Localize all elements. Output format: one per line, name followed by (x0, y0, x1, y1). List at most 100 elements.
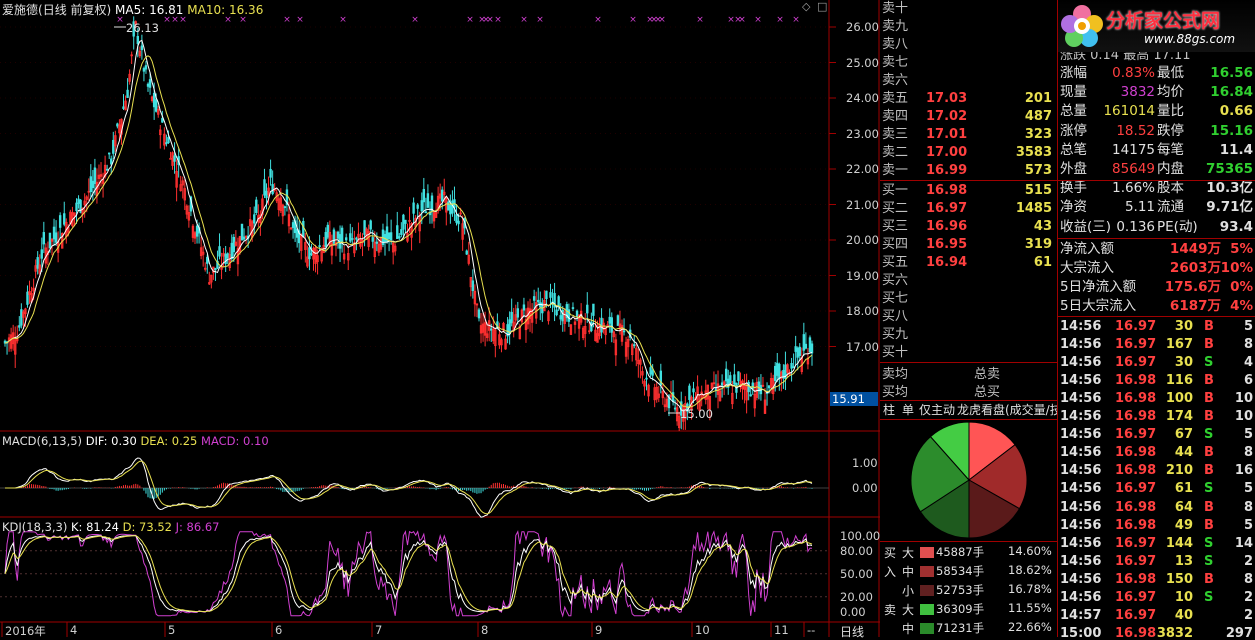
quote-value: 75365 (1206, 161, 1253, 177)
tick-row[interactable]: 14:56 16.98 44 B 8 (1058, 444, 1255, 462)
flow-percent: 22.66% (1008, 620, 1052, 634)
tick-count: 8 (1243, 445, 1253, 461)
period-button[interactable]: 日线 (840, 623, 864, 640)
candle-body (633, 344, 636, 347)
quote-value: 3832 (1120, 84, 1155, 101)
sell-order-row[interactable]: 卖十 (880, 0, 1056, 18)
sell-order-row[interactable]: 卖八 (880, 36, 1056, 54)
flow-size-label: 小 (902, 584, 915, 598)
logo-title: 分析家公式网 (1106, 10, 1221, 32)
tick-row[interactable]: 14:56 16.97 144 S 14 (1058, 535, 1255, 553)
tick-row[interactable]: 14:56 16.97 13 S 2 (1058, 553, 1255, 571)
candle-body (424, 211, 428, 214)
quote-row: 涨停 18.52 跌停 15.16 (1058, 122, 1255, 141)
buy-order-row[interactable]: 买十 (880, 344, 1056, 362)
candle-body (214, 267, 217, 271)
candle-body (63, 213, 66, 225)
sell-order-row[interactable]: 卖三 17.01 323 (880, 126, 1056, 144)
candle-body (471, 280, 475, 292)
macd-value: MACD: 0.10 (201, 434, 269, 448)
tab-single[interactable]: 单 (899, 401, 917, 419)
tick-count: 10 (1234, 391, 1253, 407)
buy-order-row[interactable]: 买五 16.94 61 (880, 254, 1056, 272)
tick-row[interactable]: 14:56 16.98 116 B 6 (1058, 372, 1255, 390)
date-tick-label: 11 (774, 623, 789, 637)
event-marker: × (754, 15, 762, 25)
tab-bar-chart[interactable]: 柱 (880, 401, 898, 419)
buy-order-row[interactable]: 买六 (880, 272, 1056, 290)
chart-settings-icon[interactable]: ◇ (802, 0, 810, 13)
tick-row[interactable]: 14:56 16.98 64 B 8 (1058, 499, 1255, 517)
tick-row[interactable]: 14:56 16.97 61 S 5 (1058, 480, 1255, 498)
candle-body (265, 190, 268, 199)
buy-order-row[interactable]: 买四 16.95 319 (880, 236, 1056, 254)
flow-size-label: 中 (902, 622, 915, 636)
tick-volume: 61 (1174, 481, 1193, 497)
sell-order-row[interactable]: 卖六 (880, 72, 1056, 90)
kline-chart[interactable]: × × × × × × × × × × × ××× × × × × × ×××× × × ×× × × × (0, 0, 880, 637)
candle-body (91, 180, 95, 189)
tick-row[interactable]: 14:56 16.98 210 B 16 (1058, 462, 1255, 480)
tick-count: 4 (1243, 355, 1253, 371)
net-flow-percent: 0% (1230, 279, 1253, 295)
candle-body (232, 236, 236, 253)
sell-order-row[interactable]: 卖一 16.99 573 (880, 162, 1056, 180)
sell-order-row[interactable]: 卖四 17.02 487 (880, 108, 1056, 126)
sell-order-row[interactable]: 卖五 17.03 201 (880, 90, 1056, 108)
sell-order-row[interactable]: 卖二 17.00 3583 (880, 144, 1056, 162)
chart-close-icon[interactable]: □ (817, 0, 827, 13)
kdj-j: J: 86.67 (175, 520, 220, 534)
candle-body (449, 204, 452, 215)
flow-side-label: 卖 (884, 603, 897, 617)
tick-row[interactable]: 15:00 16.98 3832 297 (1058, 625, 1255, 637)
tab-dragon-tiger[interactable]: 龙虎看盘(成交量/技 (957, 401, 1057, 419)
tick-time: 14:56 (1060, 499, 1102, 515)
net-flow-percent: 10% (1220, 260, 1253, 276)
tick-volume: 30 (1174, 355, 1193, 371)
sell-order-row[interactable]: 卖七 (880, 54, 1056, 72)
tick-row[interactable]: 14:56 16.98 150 B 8 (1058, 571, 1255, 589)
flow-side-label: 买 (884, 546, 897, 560)
tick-side: B (1204, 463, 1214, 479)
tick-row[interactable]: 14:56 16.97 10 S 2 (1058, 589, 1255, 607)
flow-size-label: 中 (902, 565, 915, 579)
main-chart-panel[interactable]: × × × × × × × × × × × × × × × × × × × × × × × × × × × × × × 爱施德(日线 前复… (0, 0, 881, 640)
tick-row[interactable]: 14:56 16.97 30 S 4 (1058, 354, 1255, 372)
tick-side: B (1204, 517, 1214, 533)
tick-row[interactable]: 14:56 16.98 100 B 10 (1058, 390, 1255, 408)
buy-order-row[interactable]: 买二 16.97 1485 (880, 200, 1056, 218)
price-tick-label: 25.00 (846, 55, 879, 70)
candle-body (398, 236, 401, 239)
kdj-tick-label: 80.00 (840, 543, 873, 558)
tick-row[interactable]: 14:56 16.97 167 B 8 (1058, 336, 1255, 354)
buy-order-row[interactable]: 买三 16.96 43 (880, 218, 1056, 236)
candle-body (778, 363, 781, 379)
kdj-tick-label: 100.00 (840, 528, 881, 543)
buy-order-row[interactable]: 买九 (880, 326, 1056, 344)
sell-order-label: 卖一 (882, 163, 909, 178)
tick-side: S (1204, 355, 1214, 371)
quote-value: 18.52 (1116, 122, 1155, 139)
tick-side: B (1204, 445, 1214, 461)
buy-order-row[interactable]: 买八 (880, 308, 1056, 326)
event-marker: × (594, 15, 602, 25)
quote-row: 收益(三) 0.136 PE(动) 93.4 (1058, 218, 1255, 237)
net-flow-percent: 5% (1230, 241, 1253, 257)
sell-order-row[interactable]: 卖九 (880, 18, 1056, 36)
buy-order-row[interactable]: 买七 (880, 290, 1056, 308)
tick-row[interactable]: 14:56 16.98 174 B 10 (1058, 408, 1255, 426)
buy-order-label: 买五 (882, 255, 909, 270)
event-marker: × (486, 15, 494, 25)
tab-active-only[interactable]: 仅主动 (918, 401, 956, 419)
tick-row[interactable]: 14:56 16.98 49 B 5 (1058, 517, 1255, 535)
tick-count: 5 (1243, 319, 1253, 334)
buy-order-row[interactable]: 买一 16.98 515 (880, 182, 1056, 200)
tick-price: 16.98 (1115, 499, 1157, 515)
tick-row[interactable]: 14:56 16.97 67 S 5 (1058, 426, 1255, 444)
kdj-name: KDJ(18,3,3) (2, 520, 68, 534)
quote-value: 0.83% (1112, 65, 1155, 81)
candle-body (389, 232, 393, 241)
tick-row[interactable]: 14:56 16.97 30 B 5 (1058, 318, 1255, 336)
tick-row[interactable]: 14:57 16.97 40 2 (1058, 607, 1255, 625)
quote-value: 161014 (1103, 103, 1155, 120)
